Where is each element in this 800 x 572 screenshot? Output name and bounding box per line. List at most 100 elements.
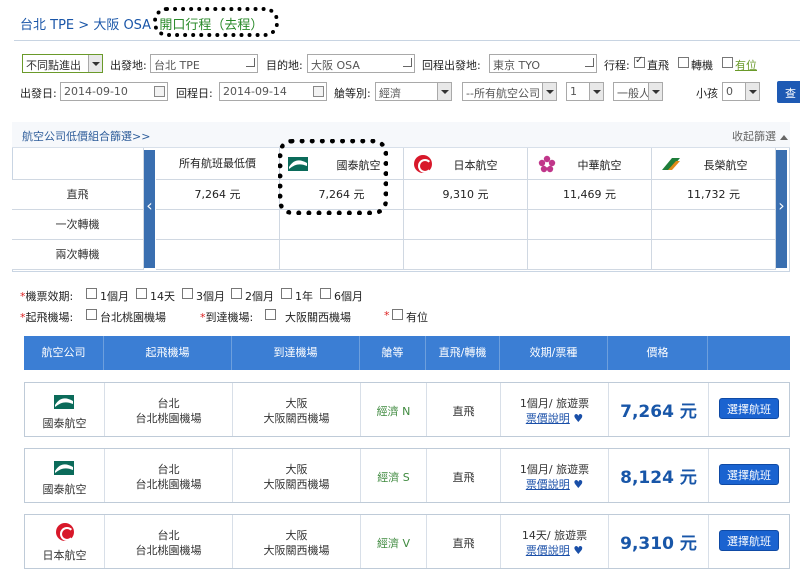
- airline-value: --所有航空公司: [466, 87, 540, 100]
- col-header-china-airlines[interactable]: 中華航空: [528, 148, 652, 180]
- select-flight-button[interactable]: 選擇航班: [719, 464, 779, 485]
- row-label-one-transfer: 一次轉機: [12, 210, 144, 240]
- airline-cell: 國泰航空: [25, 383, 105, 436]
- lowprice-title[interactable]: 航空公司低價組合篩選>>: [22, 128, 150, 144]
- price: 7,264 元: [620, 402, 697, 422]
- validity-type: 1個月/ 旅遊票: [519, 397, 590, 410]
- col-header-eva[interactable]: 長榮航空: [652, 148, 776, 180]
- resize-icon: [246, 58, 255, 67]
- departure-airport: 台北桃園機場: [135, 544, 202, 557]
- return-from-field[interactable]: 東京 TYO: [489, 54, 597, 73]
- filter-section: *機票效期: 1個月 14天 3個月 2個月 1年 6個月 *起飛機場: 台北桃…: [20, 282, 780, 326]
- airline-cell: 國泰航空: [25, 449, 105, 502]
- price-cell: [404, 210, 528, 240]
- direct-label: 直飛: [647, 59, 669, 72]
- departure-airport-label: *起飛機場:: [20, 311, 74, 324]
- class-select[interactable]: 經濟: [375, 82, 452, 101]
- col-header-all[interactable]: 所有航班最低價: [156, 148, 280, 180]
- grid-corner: [12, 148, 144, 180]
- validity-checkbox[interactable]: [320, 288, 331, 299]
- calendar-icon[interactable]: [154, 86, 165, 97]
- validity-label: *機票效期:: [20, 290, 74, 303]
- fare-rules-link[interactable]: 票價說明 ♥: [501, 410, 608, 426]
- arrival-city: 大阪: [285, 463, 308, 476]
- available-label[interactable]: 有位: [735, 57, 757, 73]
- result-row: 國泰航空 台北 台北桃園機場 大阪 大阪關西機場 經濟 S 直飛 1個月/ 旅遊…: [24, 448, 790, 503]
- to-label: 目的地:: [266, 59, 303, 72]
- fare-class: 經濟 V: [376, 537, 411, 550]
- to-field[interactable]: 大阪 OSA: [307, 54, 415, 73]
- breadcrumb-destination[interactable]: 大阪 OSA: [93, 18, 151, 33]
- chevron-down-icon: [542, 83, 556, 100]
- transfer-checkbox[interactable]: [678, 57, 689, 68]
- trip-mode-value: 不同點進出: [26, 59, 81, 72]
- validity-type: 1個月/ 旅遊票: [519, 463, 590, 476]
- from-field[interactable]: 台北 TPE: [150, 54, 258, 73]
- collapse-filter-link[interactable]: 收起篩選: [732, 128, 776, 144]
- class-value: 經濟: [379, 87, 401, 100]
- breadcrumb-origin[interactable]: 台北 TPE: [20, 18, 74, 33]
- validity-option: 3個月: [196, 290, 225, 303]
- col-header-jal[interactable]: 日本航空: [404, 148, 528, 180]
- arrival-airport-checkbox[interactable]: [265, 309, 276, 320]
- arrival-airport-option: 大阪關西機場: [285, 311, 351, 324]
- departure-cell: 台北 台北桃園機場: [105, 383, 233, 436]
- lowprice-grid: 所有航班最低價 國泰航空 日本航空 中華航空 長榮航空 直飛 7,264 元 7…: [12, 148, 776, 270]
- next-airlines-button[interactable]: ›: [776, 150, 787, 268]
- validity-checkbox[interactable]: [182, 288, 193, 299]
- divider: [14, 40, 800, 41]
- departure-city: 台北: [157, 463, 180, 476]
- annotation-circle: [278, 139, 388, 215]
- arrival-city: 大阪: [285, 529, 308, 542]
- price-cell: 8,124 元: [609, 449, 709, 502]
- depart-date-field[interactable]: 2014-09-10: [60, 82, 168, 101]
- price-cell[interactable]: 11,732 元: [652, 180, 776, 210]
- seat-checkbox[interactable]: [392, 309, 403, 320]
- from-value: 台北 TPE: [154, 59, 200, 72]
- fare-rules-link[interactable]: 票價說明 ♥: [501, 542, 608, 558]
- row-label-direct: 直飛: [12, 180, 144, 210]
- th-departure-airport: 起飛機場: [104, 336, 232, 370]
- price-cell[interactable]: 9,310 元: [404, 180, 528, 210]
- departure-airport-checkbox[interactable]: [86, 309, 97, 320]
- fare-rules-link[interactable]: 票價說明 ♥: [501, 476, 608, 492]
- select-flight-button[interactable]: 選擇航班: [719, 398, 779, 419]
- passenger-type-select[interactable]: 一般人士: [613, 82, 663, 101]
- search-button[interactable]: 查: [777, 81, 800, 103]
- th-airline: 航空公司: [24, 336, 104, 370]
- results-table-header: 航空公司 起飛機場 到達機場 艙等 直飛/轉機 效期/票種 價格: [24, 336, 790, 370]
- validity-checkbox[interactable]: [86, 288, 97, 299]
- heart-icon: ♥: [573, 478, 584, 491]
- price-cell: [404, 240, 528, 270]
- validity-checkbox[interactable]: [136, 288, 147, 299]
- collapse-arrow-icon[interactable]: [780, 131, 788, 140]
- chevron-down-icon: [88, 55, 102, 72]
- price-cell[interactable]: 7,264 元: [156, 180, 280, 210]
- validity-checkbox[interactable]: [231, 288, 242, 299]
- airline-select[interactable]: --所有航空公司: [462, 82, 557, 101]
- child-count-select[interactable]: 0: [722, 82, 760, 101]
- passenger-count-select[interactable]: 1: [566, 82, 604, 101]
- th-action: [708, 336, 790, 370]
- trip-mode-select[interactable]: 不同點進出: [22, 54, 103, 73]
- route-cell: 直飛: [427, 383, 501, 436]
- to-value: 大阪 OSA: [311, 59, 360, 72]
- departure-airport: 台北桃園機場: [135, 478, 202, 491]
- class-cell: 經濟 N: [361, 383, 427, 436]
- price-cell: [528, 240, 652, 270]
- validity-checkbox[interactable]: [281, 288, 292, 299]
- price-cell[interactable]: 11,469 元: [528, 180, 652, 210]
- chevron-down-icon: [589, 83, 603, 100]
- calendar-icon[interactable]: [313, 86, 324, 97]
- result-row: 國泰航空 台北 台北桃園機場 大阪 大阪關西機場 經濟 N 直飛 1個月/ 旅遊…: [24, 382, 790, 437]
- select-flight-button[interactable]: 選擇航班: [719, 530, 779, 551]
- available-checkbox[interactable]: [722, 57, 733, 68]
- return-date-label: 回程日:: [176, 87, 213, 100]
- direct-checkbox[interactable]: [634, 55, 645, 68]
- route-type: 直飛: [452, 471, 475, 484]
- price-cell: 9,310 元: [609, 515, 709, 568]
- child-count-value: 0: [726, 85, 733, 98]
- return-date-field[interactable]: 2014-09-14: [219, 82, 327, 101]
- departure-cell: 台北 台北桃園機場: [105, 515, 233, 568]
- price: 8,124 元: [620, 468, 697, 488]
